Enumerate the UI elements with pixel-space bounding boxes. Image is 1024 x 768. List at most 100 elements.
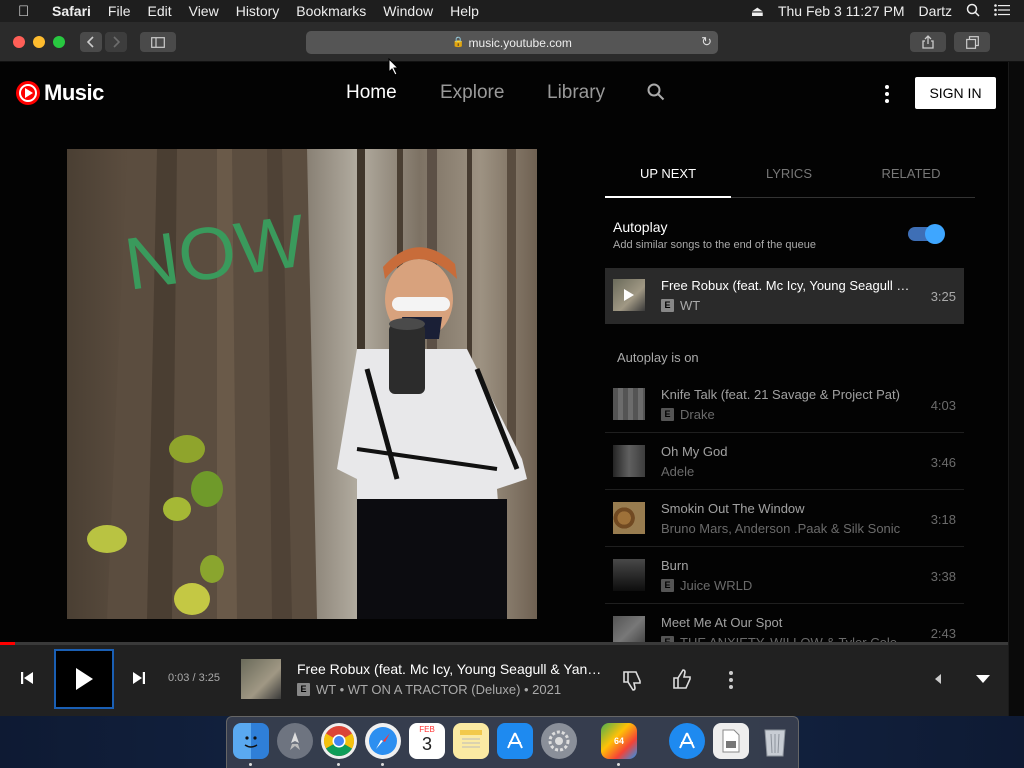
- queue-item[interactable]: Knife Talk (feat. 21 Savage & Project Pa…: [605, 377, 964, 433]
- youtube-music-logo-icon: [16, 81, 40, 105]
- sign-in-button[interactable]: SIGN IN: [915, 77, 996, 109]
- menu-window[interactable]: Window: [383, 3, 433, 19]
- menu-view[interactable]: View: [189, 3, 219, 19]
- app-store-downloads-icon[interactable]: [669, 723, 705, 759]
- system-preferences-icon[interactable]: [541, 723, 577, 759]
- thumbs-down-icon: [623, 671, 641, 691]
- thumbs-up-icon: [673, 669, 691, 689]
- lock-icon: 🔒: [452, 37, 465, 48]
- tabs-icon: [965, 35, 979, 49]
- queue-item[interactable]: Smokin Out The Window Bruno Mars, Anders…: [605, 491, 964, 547]
- queue-item-artist: Juice WRLD: [680, 578, 753, 593]
- safari-icon[interactable]: [365, 723, 401, 759]
- back-button[interactable]: [80, 32, 102, 52]
- menu-file[interactable]: File: [108, 3, 131, 19]
- now-playing-title[interactable]: Free Robux (feat. Mc Icy, Young Seagull …: [297, 661, 602, 677]
- search-icon[interactable]: [647, 83, 665, 106]
- queue-item-current[interactable]: Free Robux (feat. Mc Icy, Young Seagull …: [605, 268, 964, 324]
- calendar-day: 3: [421, 734, 432, 754]
- youtube-music-logo[interactable]: Music: [16, 80, 104, 106]
- album-art-image: NOW: [87, 149, 527, 619]
- sidebar-icon: [151, 36, 165, 48]
- queue-thumbnail: [613, 559, 645, 591]
- tab-related[interactable]: RELATED: [848, 166, 974, 181]
- forward-button[interactable]: [105, 32, 127, 52]
- queue-item-artist: Bruno Mars, Anderson .Paak & Silk Sonic: [661, 521, 901, 536]
- play-icon[interactable]: [623, 288, 635, 302]
- minimize-window-button[interactable]: [33, 36, 45, 48]
- sidebar-toggle-button[interactable]: [140, 32, 176, 52]
- app-store-icon[interactable]: [497, 723, 533, 759]
- next-track-button[interactable]: [132, 671, 146, 685]
- queue-item[interactable]: Burn E Juice WRLD 3:38: [605, 548, 964, 604]
- volume-toggle-button[interactable]: [934, 674, 942, 684]
- menu-safari[interactable]: Safari: [52, 3, 91, 19]
- queue-item-title: Smokin Out The Window: [661, 501, 805, 516]
- calendar-icon[interactable]: FEB 3: [409, 723, 445, 759]
- youtube-music-page: + Music Home Explore Library SIGN IN NOW: [0, 62, 1024, 716]
- apple-icon[interactable]: : [18, 3, 34, 20]
- player-more-options-icon[interactable]: [729, 671, 733, 692]
- close-window-button[interactable]: [13, 36, 25, 48]
- menubar-user[interactable]: Dartz: [919, 3, 952, 19]
- zoom-window-button[interactable]: [53, 36, 65, 48]
- like-button[interactable]: [672, 669, 694, 691]
- menu-bookmarks[interactable]: Bookmarks: [296, 3, 366, 19]
- now-playing-thumbnail[interactable]: [241, 659, 281, 699]
- autoplay-title: Autoplay: [613, 219, 668, 235]
- play-icon: [76, 668, 93, 690]
- dislike-button[interactable]: [622, 669, 644, 691]
- toggle-knob: [925, 224, 945, 244]
- previous-track-button[interactable]: [20, 671, 34, 685]
- queue-item-title: Oh My God: [661, 444, 728, 459]
- queue-item-duration: 3:46: [930, 455, 956, 470]
- expand-player-button[interactable]: [976, 675, 990, 684]
- safari-toolbar: 🔒 music.youtube.com ↻: [0, 22, 1024, 62]
- page-scrollbar[interactable]: [1008, 62, 1024, 716]
- menu-help[interactable]: Help: [450, 3, 479, 19]
- queue-item-artist: Adele: [661, 464, 695, 479]
- nav-home[interactable]: Home: [346, 82, 397, 104]
- play-pause-button[interactable]: [54, 649, 114, 709]
- bluestacks-icon[interactable]: 64: [601, 723, 637, 759]
- autoplay-toggle[interactable]: [908, 224, 945, 244]
- queue-item-title: Knife Talk (feat. 21 Savage & Project Pa…: [661, 387, 900, 402]
- nav-library[interactable]: Library: [547, 82, 605, 104]
- reload-icon[interactable]: ↻: [701, 34, 712, 50]
- eject-icon[interactable]: ⏏: [751, 3, 764, 20]
- trash-icon[interactable]: [757, 723, 793, 759]
- share-button[interactable]: [910, 32, 946, 52]
- launchpad-icon[interactable]: [277, 723, 313, 759]
- queue-item[interactable]: Oh My God Adele 3:46: [605, 434, 964, 490]
- queue-item-duration: 2:43: [930, 626, 956, 641]
- tab-overview-button[interactable]: [954, 32, 990, 52]
- autoplay-description: Add similar songs to the end of the queu…: [613, 239, 817, 251]
- notes-icon[interactable]: [453, 723, 489, 759]
- tab-up-next[interactable]: UP NEXT: [605, 166, 731, 181]
- queue-item-duration: 3:38: [930, 569, 956, 584]
- address-bar[interactable]: 🔒 music.youtube.com ↻: [306, 31, 718, 54]
- tab-lyrics[interactable]: LYRICS: [726, 166, 852, 181]
- preview-document-icon[interactable]: [713, 723, 749, 759]
- skip-previous-icon: [21, 672, 33, 684]
- queue-item-artist: WT: [680, 298, 701, 313]
- nav-explore[interactable]: Explore: [440, 82, 504, 104]
- finder-icon[interactable]: [233, 723, 269, 759]
- queue-item-title: Meet Me At Our Spot: [661, 615, 783, 630]
- menu-edit[interactable]: Edit: [147, 3, 171, 19]
- queue-item-title: Burn: [661, 558, 689, 573]
- queue-item-artist: Drake: [680, 407, 715, 422]
- now-playing-subtitle[interactable]: WT • WT ON A TRACTOR (Deluxe) • 2021: [316, 682, 561, 697]
- chrome-icon[interactable]: [321, 723, 357, 759]
- menu-history[interactable]: History: [236, 3, 280, 19]
- spotlight-search-icon[interactable]: [966, 3, 980, 20]
- more-options-icon[interactable]: [885, 85, 889, 106]
- notification-center-icon[interactable]: [994, 3, 1010, 19]
- time-display: 0:03 / 3:25: [168, 672, 220, 684]
- player-bar: 0:03 / 3:25 Free Robux (feat. Mc Icy, Yo…: [0, 645, 1008, 716]
- autoplay-on-label: Autoplay is on: [617, 350, 699, 365]
- menubar-clock[interactable]: Thu Feb 3 11:27 PM: [778, 3, 905, 19]
- queue-item-duration: 4:03: [930, 398, 956, 413]
- chevron-left-icon: [87, 36, 94, 48]
- album-art: NOW: [67, 149, 537, 619]
